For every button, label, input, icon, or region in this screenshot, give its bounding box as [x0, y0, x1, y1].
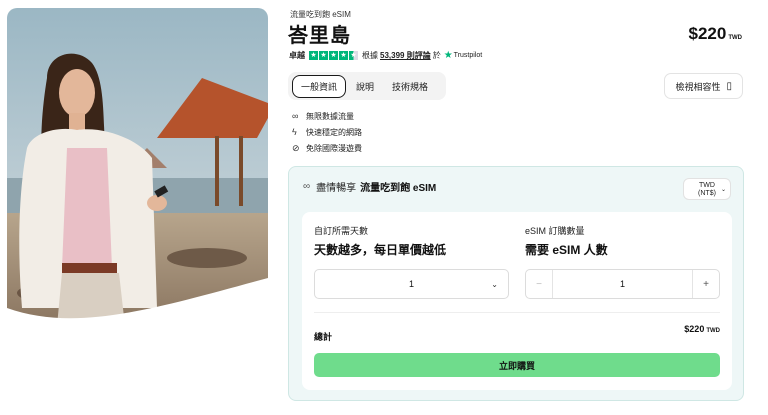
feature-item: ⊘ 免除國際漫遊費: [292, 140, 362, 156]
star-icon: ★: [309, 51, 318, 60]
total-amount: $220: [684, 324, 705, 334]
feature-label: 無限數據流量: [306, 111, 354, 121]
tab-description[interactable]: 說明: [348, 76, 382, 97]
feature-label: 免除國際漫遊費: [306, 143, 362, 153]
tab-general-info[interactable]: 一般資訊: [292, 74, 347, 98]
chevron-down-icon: ⌄: [491, 280, 498, 289]
trustpilot-logo: ★ Trustpilot: [444, 50, 483, 61]
no-roaming-icon: ⊘: [292, 142, 300, 153]
panel-header: ∞ 盡情暢享 流量吃到飽 eSIM: [303, 179, 436, 194]
price-amount: $220: [688, 24, 727, 43]
days-section: 自訂所需天數 天數越多，每日單價越低: [314, 224, 446, 258]
price: $220 TWD: [689, 24, 743, 44]
total-currency: TWD: [706, 328, 720, 334]
quantity-section: eSIM 訂購數量 需要 eSIM 人數: [525, 224, 608, 258]
infinity-icon: ∞: [292, 111, 299, 121]
quantity-stepper: − 1 +: [525, 269, 720, 299]
feature-list: ∞ 無限數據流量 ϟ 快速穩定的網路 ⊘ 免除國際漫遊費: [292, 108, 362, 156]
info-tabs: 一般資訊 說明 技術規格: [288, 72, 446, 100]
trustpilot-star-icon: ★: [443, 50, 453, 61]
trustpilot-name: Trustpilot: [453, 52, 483, 59]
price-currency: TWD: [728, 35, 742, 41]
days-select[interactable]: 1 ⌄: [314, 269, 509, 299]
half-star-icon: ★: [349, 51, 358, 60]
total-value: $220 TWD: [684, 324, 720, 334]
rating-word: 卓越: [289, 51, 305, 60]
rating-row: 卓越 ★ ★ ★ ★ ★ 根據 53,399 則評論 於 ★ Trustpilot: [289, 50, 482, 61]
purchase-panel: ∞ 盡情暢享 流量吃到飽 eSIM TWD (NT$) ⌄ 自訂所需天數 天數越…: [288, 166, 744, 401]
feature-item: ∞ 無限數據流量: [292, 108, 362, 124]
page-title: 峇里島: [288, 25, 351, 47]
days-value: 1: [408, 279, 414, 289]
quantity-value: 1: [619, 279, 625, 289]
star-icon: ★: [339, 51, 348, 60]
days-label: 自訂所需天數: [314, 226, 369, 236]
buy-now-button[interactable]: 立即購買: [314, 353, 720, 377]
star-icon: ★: [329, 51, 338, 60]
order-card: 自訂所需天數 天數越多，每日單價越低 eSIM 訂購數量 需要 eSIM 人數 …: [302, 212, 732, 390]
panel-header-prefix: 盡情暢享: [316, 183, 357, 194]
compatibility-button[interactable]: 檢視相容性 ▯: [664, 73, 743, 99]
panel-header-title: 流量吃到飽 eSIM: [360, 183, 437, 194]
quantity-label: eSIM 訂購數量: [525, 226, 585, 236]
decrement-button[interactable]: −: [526, 270, 553, 298]
total-label: 總計: [314, 332, 333, 342]
product-page: 流量吃到飽 eSIM 峇里島 $220 TWD 卓越 ★ ★ ★ ★ ★ 根據 5…: [0, 0, 768, 415]
compatibility-label: 檢視相容性: [675, 81, 721, 92]
hero-photo: [7, 8, 268, 326]
product-details: 流量吃到飽 eSIM 峇里島 $220 TWD 卓越 ★ ★ ★ ★ ★ 根據 5…: [288, 0, 754, 415]
hero-image: [7, 8, 268, 326]
feature-label: 快速穩定的網路: [306, 127, 362, 137]
chevron-down-icon: ⌄: [720, 187, 726, 193]
infinity-icon: ∞: [303, 181, 311, 192]
phone-check-icon: ▯: [726, 80, 732, 92]
currency-select[interactable]: TWD (NT$) ⌄: [683, 178, 731, 200]
rating-stars: ★ ★ ★ ★ ★: [309, 51, 358, 60]
divider: [314, 312, 720, 313]
quantity-headline: 需要 eSIM 人數: [525, 243, 608, 257]
days-headline: 天數越多，每日單價越低: [314, 243, 447, 257]
rating-prefix: 根據: [362, 51, 378, 60]
rating-suffix: 於: [432, 51, 441, 60]
increment-button[interactable]: +: [692, 270, 719, 298]
tab-tech-specs[interactable]: 技術規格: [384, 76, 436, 97]
feature-item: ϟ 快速穩定的網路: [292, 124, 362, 140]
review-count-link[interactable]: 53,399 則評論: [380, 50, 431, 61]
star-icon: ★: [319, 51, 328, 60]
lightning-icon: ϟ: [292, 127, 297, 137]
